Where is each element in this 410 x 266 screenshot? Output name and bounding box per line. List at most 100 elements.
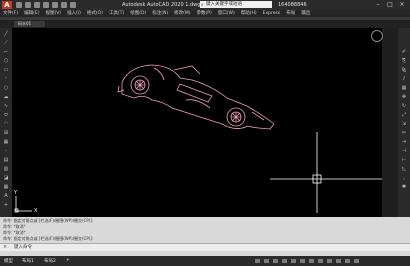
make-block-icon[interactable]: ▦ [3, 140, 9, 145]
command-history-line: 命令: *取消* [3, 230, 26, 235]
isolate-icon[interactable] [336, 259, 341, 263]
text-icon[interactable]: A [3, 194, 9, 199]
stretch-icon[interactable]: ⇲ [401, 122, 407, 127]
document-tabs: 码头01 [0, 20, 410, 28]
model-space-icon[interactable] [255, 259, 260, 263]
ucs-x-label: X [34, 208, 38, 214]
menu-layout[interactable]: 布局 [283, 10, 298, 17]
ellipse-arc-icon[interactable]: ◠ [3, 122, 9, 127]
ucs-icon [14, 196, 32, 213]
break-icon[interactable]: ⊣ [401, 149, 407, 154]
autocad-logo[interactable]: A [2, 1, 12, 9]
menu-express[interactable]: Express [260, 10, 284, 17]
search-input[interactable]: ⌕ 键入关键字或短语 [200, 1, 272, 8]
explode-icon[interactable]: ✱ [401, 185, 407, 190]
osnap-icon[interactable] [300, 259, 305, 263]
tab-model[interactable]: 模型 [4, 258, 13, 264]
menu-edit[interactable]: 编辑(E) [21, 10, 42, 17]
rectangle-icon[interactable]: ▭ [3, 68, 9, 73]
save-icon[interactable] [34, 2, 40, 8]
circle-icon[interactable]: ○ [3, 86, 9, 91]
move-icon[interactable]: ✥ [401, 95, 407, 100]
menu-bar: 文件(F) 编辑(E) 视图(V) 插入(I) 格式(O) 工具(T) 绘图(D… [0, 10, 410, 17]
crosshair [270, 132, 382, 213]
fullscreen-icon[interactable] [345, 259, 350, 263]
command-input[interactable]: × 键入命令 [0, 243, 410, 251]
redo-icon[interactable] [70, 2, 76, 8]
hatch-icon[interactable]: ▤ [3, 158, 9, 163]
revcloud-icon[interactable]: ☁ [3, 95, 9, 100]
copy-icon[interactable]: ⎘ [401, 59, 407, 64]
polar-icon[interactable] [291, 259, 296, 263]
lineweight-icon[interactable] [309, 259, 314, 263]
search-icon: ⌕ [201, 3, 204, 8]
menu-parameter[interactable]: 参数(P) [194, 10, 215, 17]
arc-icon[interactable]: ◜ [3, 77, 9, 82]
fillet-icon[interactable]: ◟ [401, 176, 407, 181]
array-icon[interactable]: ▦ [401, 86, 407, 91]
navigation-wheel-icon[interactable] [371, 30, 383, 42]
menu-draw[interactable]: 绘图(D) [127, 10, 149, 17]
scale-icon[interactable]: ⤢ [401, 113, 407, 118]
menu-help[interactable]: 帮助(H) [238, 10, 260, 17]
undo-icon[interactable] [61, 2, 67, 8]
tab-layout1[interactable]: 布局1 [22, 258, 34, 264]
construction-line-icon[interactable]: ⟋ [3, 41, 9, 46]
insert-block-icon[interactable]: ⊞ [3, 131, 9, 136]
command-window: 命令: 指定对角点或 [栏选(F)/圈围(WP)/圈交(CP)]: 命令: *取… [0, 217, 410, 256]
minimize-icon[interactable]: – [372, 0, 384, 10]
open-icon[interactable] [25, 2, 31, 8]
drawing-canvas[interactable]: Y X [12, 28, 382, 217]
menu-format[interactable]: 格式(O) [84, 10, 106, 17]
saveas-icon[interactable] [43, 2, 49, 8]
menu-output[interactable]: 输出 [298, 10, 313, 17]
point-icon[interactable]: · [3, 149, 9, 154]
window-controls: – □ × [372, 0, 408, 10]
user-name[interactable]: 164088846 [278, 2, 307, 8]
menu-insert[interactable]: 插入(I) [64, 10, 84, 17]
print-icon[interactable] [52, 2, 58, 8]
add-layout-button[interactable]: + [66, 258, 70, 263]
gradient-icon[interactable]: ▥ [3, 167, 9, 172]
ortho-icon[interactable] [282, 259, 287, 263]
polygon-icon[interactable]: ⬡ [3, 59, 9, 64]
menu-modify[interactable]: 修改(M) [171, 10, 193, 17]
document-tab[interactable]: 码头01 [14, 21, 46, 27]
extend-icon[interactable]: ⇥ [401, 140, 407, 145]
spline-icon[interactable]: ∿ [3, 104, 9, 109]
trim-icon[interactable]: ✂ [401, 131, 407, 136]
menu-window[interactable]: 窗口(W) [215, 10, 238, 17]
window-title: Autodesk AutoCAD 2020 1.dwg [122, 2, 201, 8]
maximize-icon[interactable]: □ [384, 0, 396, 10]
snap-icon[interactable] [273, 259, 278, 263]
command-history-line: 命令: 指定对角点或 [栏选(F)/圈围(WP)/圈交(CP)]: [3, 236, 94, 241]
command-history-line: 命令: *取消* [3, 224, 26, 229]
menu-file[interactable]: 文件(F) [0, 10, 21, 17]
workspace-icon[interactable] [327, 259, 332, 263]
grid-icon[interactable] [264, 259, 269, 263]
ucs-y-label: Y [13, 190, 18, 196]
menu-dimension[interactable]: 标注(N) [149, 10, 171, 17]
add-icon[interactable]: + [3, 203, 9, 208]
close-icon[interactable]: × [396, 0, 408, 10]
ellipse-icon[interactable]: ⬭ [3, 113, 9, 118]
region-icon[interactable]: ◪ [3, 176, 9, 181]
table-icon[interactable]: ▦ [3, 185, 9, 190]
customize-icon[interactable] [354, 259, 359, 263]
quick-access-toolbar [16, 2, 76, 8]
menu-tools[interactable]: 工具(T) [106, 10, 127, 17]
join-icon[interactable]: ⊢ [401, 158, 407, 163]
mirror-icon[interactable]: ⧎ [401, 68, 407, 73]
tab-layout2[interactable]: 布局2 [44, 258, 56, 264]
canvas-drawing: Y X [13, 64, 382, 214]
rotate-icon[interactable]: ↻ [401, 104, 407, 109]
annotation-scale-icon[interactable] [318, 259, 323, 263]
line-icon[interactable]: ╱ [3, 32, 9, 37]
menu-view[interactable]: 视图(V) [42, 10, 64, 17]
new-icon[interactable] [16, 2, 22, 8]
chamfer-icon[interactable]: ◺ [401, 167, 407, 172]
offset-icon[interactable]: ⫽ [401, 77, 407, 82]
polyline-icon[interactable]: ⌐ [3, 50, 9, 55]
close-command-icon[interactable]: × [3, 244, 7, 251]
erase-icon[interactable]: ✐ [401, 50, 407, 55]
